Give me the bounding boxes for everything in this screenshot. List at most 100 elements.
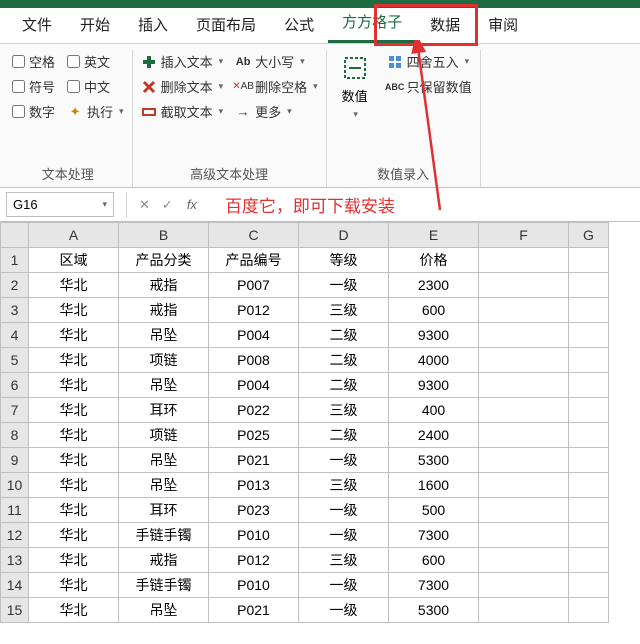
col-header-D[interactable]: D (299, 223, 389, 248)
cell-C14[interactable]: P010 (209, 573, 299, 598)
cell-F12[interactable] (479, 523, 569, 548)
cell-B10[interactable]: 吊坠 (119, 473, 209, 498)
cell-G14[interactable] (569, 573, 609, 598)
btn-keep-num[interactable]: ABC只保留数值 (387, 77, 472, 96)
tab-layout[interactable]: 页面布局 (182, 6, 270, 43)
cell-A13[interactable]: 华北 (29, 548, 119, 573)
cell-C6[interactable]: P004 (209, 373, 299, 398)
cell-C11[interactable]: P023 (209, 498, 299, 523)
cell-E9[interactable]: 5300 (389, 448, 479, 473)
row-header-2[interactable]: 2 (1, 273, 29, 298)
cell-A3[interactable]: 华北 (29, 298, 119, 323)
cell-D1[interactable]: 等级 (299, 248, 389, 273)
btn-round[interactable]: 四舍五入▾ (387, 52, 472, 71)
cell-F11[interactable] (479, 498, 569, 523)
btn-del-space[interactable]: ✕AB删除空格▾ (235, 77, 318, 96)
cell-G9[interactable] (569, 448, 609, 473)
cell-D15[interactable]: 一级 (299, 598, 389, 623)
cell-E15[interactable]: 5300 (389, 598, 479, 623)
cell-F7[interactable] (479, 398, 569, 423)
btn-more[interactable]: →更多▾ (235, 102, 318, 121)
cell-F6[interactable] (479, 373, 569, 398)
cell-C13[interactable]: P012 (209, 548, 299, 573)
cell-B4[interactable]: 吊坠 (119, 323, 209, 348)
cell-D14[interactable]: 一级 (299, 573, 389, 598)
fx-icon[interactable]: fx (179, 197, 205, 212)
cell-A11[interactable]: 华北 (29, 498, 119, 523)
cell-D7[interactable]: 三级 (299, 398, 389, 423)
cancel-formula-icon[interactable]: ✕ (133, 197, 156, 213)
cell-F10[interactable] (479, 473, 569, 498)
cell-E3[interactable]: 600 (389, 298, 479, 323)
col-header-B[interactable]: B (119, 223, 209, 248)
cell-C8[interactable]: P025 (209, 423, 299, 448)
cell-B2[interactable]: 戒指 (119, 273, 209, 298)
cell-F8[interactable] (479, 423, 569, 448)
row-header-7[interactable]: 7 (1, 398, 29, 423)
cell-G10[interactable] (569, 473, 609, 498)
chk-chinese[interactable]: 中文 (67, 77, 124, 96)
name-box[interactable]: G16▾ (6, 192, 114, 217)
row-header-13[interactable]: 13 (1, 548, 29, 573)
col-header-E[interactable]: E (389, 223, 479, 248)
cell-E10[interactable]: 1600 (389, 473, 479, 498)
btn-numeric[interactable]: 数值▾ (335, 52, 375, 158)
tab-ffgz[interactable]: 方方格子 (328, 3, 416, 43)
cell-C12[interactable]: P010 (209, 523, 299, 548)
cell-A5[interactable]: 华北 (29, 348, 119, 373)
tab-home[interactable]: 开始 (66, 6, 124, 43)
tab-review[interactable]: 审阅 (474, 6, 532, 43)
cell-B11[interactable]: 耳环 (119, 498, 209, 523)
cell-D5[interactable]: 二级 (299, 348, 389, 373)
cell-E2[interactable]: 2300 (389, 273, 479, 298)
cell-A9[interactable]: 华北 (29, 448, 119, 473)
cell-B13[interactable]: 戒指 (119, 548, 209, 573)
row-header-8[interactable]: 8 (1, 423, 29, 448)
cell-E7[interactable]: 400 (389, 398, 479, 423)
cell-A1[interactable]: 区域 (29, 248, 119, 273)
cell-G5[interactable] (569, 348, 609, 373)
cell-F5[interactable] (479, 348, 569, 373)
cell-A12[interactable]: 华北 (29, 523, 119, 548)
row-header-12[interactable]: 12 (1, 523, 29, 548)
cell-C9[interactable]: P021 (209, 448, 299, 473)
row-header-15[interactable]: 15 (1, 598, 29, 623)
cell-E5[interactable]: 4000 (389, 348, 479, 373)
row-header-3[interactable]: 3 (1, 298, 29, 323)
cell-D9[interactable]: 一级 (299, 448, 389, 473)
cell-F14[interactable] (479, 573, 569, 598)
cell-B5[interactable]: 项链 (119, 348, 209, 373)
chk-number[interactable]: 数字 (12, 102, 55, 121)
cell-B1[interactable]: 产品分类 (119, 248, 209, 273)
cell-C3[interactable]: P012 (209, 298, 299, 323)
cell-E14[interactable]: 7300 (389, 573, 479, 598)
cell-F4[interactable] (479, 323, 569, 348)
row-header-4[interactable]: 4 (1, 323, 29, 348)
tab-data[interactable]: 数据 (416, 6, 474, 43)
cell-G2[interactable] (569, 273, 609, 298)
btn-insert-text[interactable]: 插入文本▾ (141, 52, 224, 71)
cell-D10[interactable]: 三级 (299, 473, 389, 498)
cell-G15[interactable] (569, 598, 609, 623)
cell-E11[interactable]: 500 (389, 498, 479, 523)
cell-B14[interactable]: 手链手镯 (119, 573, 209, 598)
cell-F3[interactable] (479, 298, 569, 323)
tab-file[interactable]: 文件 (8, 6, 66, 43)
cell-D3[interactable]: 三级 (299, 298, 389, 323)
row-header-1[interactable]: 1 (1, 248, 29, 273)
cell-G12[interactable] (569, 523, 609, 548)
col-header-G[interactable]: G (569, 223, 609, 248)
btn-case[interactable]: Ab大小写▾ (235, 52, 318, 71)
cell-G11[interactable] (569, 498, 609, 523)
cell-A8[interactable]: 华北 (29, 423, 119, 448)
cell-D8[interactable]: 二级 (299, 423, 389, 448)
cell-D4[interactable]: 二级 (299, 323, 389, 348)
row-header-5[interactable]: 5 (1, 348, 29, 373)
tab-formula[interactable]: 公式 (270, 6, 328, 43)
cell-F15[interactable] (479, 598, 569, 623)
cell-C5[interactable]: P008 (209, 348, 299, 373)
cell-A6[interactable]: 华北 (29, 373, 119, 398)
cell-D12[interactable]: 一级 (299, 523, 389, 548)
cell-E6[interactable]: 9300 (389, 373, 479, 398)
chk-symbol[interactable]: 符号 (12, 77, 55, 96)
